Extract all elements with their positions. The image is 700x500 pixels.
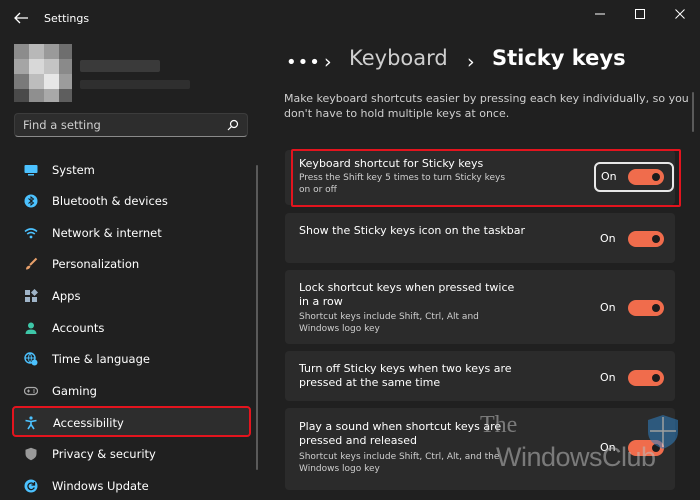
profile-name-redacted — [80, 60, 160, 72]
sidebar-item-bluetooth[interactable]: Bluetooth & devices — [14, 187, 248, 215]
profile-email-redacted — [80, 80, 190, 89]
gamepad-icon — [24, 386, 38, 396]
highlight-box — [594, 162, 674, 192]
setting-card-lock-keys: Lock shortcut keys when pressed twice in… — [285, 270, 675, 344]
accessibility-icon — [25, 416, 37, 430]
sidebar-item-accounts[interactable]: Accounts — [14, 314, 248, 342]
shield-icon — [25, 447, 37, 461]
globe-clock-icon — [24, 352, 38, 366]
show-icon-toggle[interactable] — [628, 231, 664, 247]
setting-card-show-icon: Show the Sticky keys icon on the taskbar… — [285, 213, 675, 263]
sidebar-item-gaming[interactable]: Gaming — [14, 377, 248, 405]
setting-subtitle: Shortcut keys include Shift, Ctrl, Alt, … — [299, 452, 500, 474]
page-title: Sticky keys — [492, 46, 626, 70]
turn-off-toggle[interactable] — [628, 370, 664, 386]
setting-title: Show the Sticky keys icon on the taskbar — [299, 224, 526, 237]
monitor-icon — [24, 165, 38, 176]
lock-keys-toggle[interactable] — [628, 300, 664, 316]
close-button[interactable] — [660, 4, 700, 24]
sidebar-item-label: Network & internet — [52, 226, 162, 240]
sidebar-item-windows-update[interactable]: Windows Update — [14, 472, 248, 500]
setting-title: Turn off Sticky keys when two keys are p… — [299, 362, 512, 389]
person-icon — [25, 322, 37, 334]
search-icon[interactable] — [227, 119, 239, 131]
avatar — [14, 44, 72, 102]
setting-title: Play a sound when shortcut keys are pres… — [299, 420, 502, 447]
toggle-knob — [652, 304, 660, 312]
setting-title: Lock shortcut keys when pressed twice in… — [299, 281, 515, 308]
sidebar-item-label: Apps — [52, 289, 81, 303]
bluetooth-icon — [24, 194, 38, 208]
app-title: Settings — [44, 12, 90, 25]
sidebar-item-personalization[interactable]: Personalization — [14, 250, 248, 278]
sidebar-item-label: Time & language — [52, 352, 150, 366]
toggle-state-label: On — [600, 441, 616, 454]
toggle-state-label: On — [600, 371, 616, 384]
sidebar-item-label: Bluetooth & devices — [52, 194, 168, 208]
sidebar-item-network[interactable]: Network & internet — [14, 219, 248, 247]
toggle-knob — [652, 235, 660, 243]
wifi-icon — [24, 228, 38, 239]
setting-card-turn-off: Turn off Sticky keys when two keys are p… — [285, 351, 675, 401]
minimize-icon — [595, 13, 605, 15]
toggle-knob — [652, 444, 660, 452]
back-arrow-icon[interactable] — [12, 10, 30, 26]
minimize-button[interactable] — [580, 4, 620, 24]
toggle-state-label: On — [600, 301, 616, 314]
close-icon — [675, 9, 685, 19]
setting-card-play-sound: Play a sound when shortcut keys are pres… — [285, 408, 675, 490]
brush-icon — [26, 257, 38, 270]
play-sound-toggle[interactable] — [628, 440, 664, 456]
apps-icon — [25, 289, 38, 302]
maximize-icon — [635, 9, 645, 19]
title-bar: Settings — [0, 0, 700, 36]
toggle-knob — [652, 374, 660, 382]
content-scrollbar[interactable] — [692, 92, 694, 132]
search-box[interactable] — [14, 113, 248, 137]
sidebar-item-label: Privacy & security — [52, 447, 156, 461]
sidebar-scrollbar[interactable] — [256, 165, 258, 470]
sidebar-item-label: Personalization — [52, 257, 140, 271]
breadcrumb-separator: › — [467, 51, 475, 73]
page-description: Make keyboard shortcuts easier by pressi… — [284, 92, 689, 120]
sidebar-item-privacy[interactable]: Privacy & security — [14, 440, 248, 468]
breadcrumb-separator: › — [324, 51, 332, 73]
sidebar-item-system[interactable]: System — [14, 156, 248, 184]
sidebar-item-label: Windows Update — [52, 479, 149, 493]
sidebar-item-accessibility[interactable]: Accessibility — [12, 406, 251, 437]
update-icon — [24, 479, 38, 493]
sidebar-item-time-language[interactable]: Time & language — [14, 345, 248, 373]
setting-subtitle: Shortcut keys include Shift, Ctrl, Alt a… — [299, 312, 479, 334]
breadcrumb-more-button[interactable]: ••• — [286, 52, 321, 73]
sidebar-item-apps[interactable]: Apps — [14, 282, 248, 310]
toggle-state-label: On — [600, 232, 616, 245]
sidebar-item-label: Accessibility — [53, 416, 124, 430]
search-input[interactable] — [15, 114, 223, 136]
breadcrumb-keyboard-link[interactable]: Keyboard — [349, 46, 448, 70]
sidebar-item-label: Gaming — [52, 384, 97, 398]
maximize-button[interactable] — [620, 4, 660, 24]
sidebar-item-label: Accounts — [52, 321, 105, 335]
sidebar-item-label: System — [52, 163, 95, 177]
